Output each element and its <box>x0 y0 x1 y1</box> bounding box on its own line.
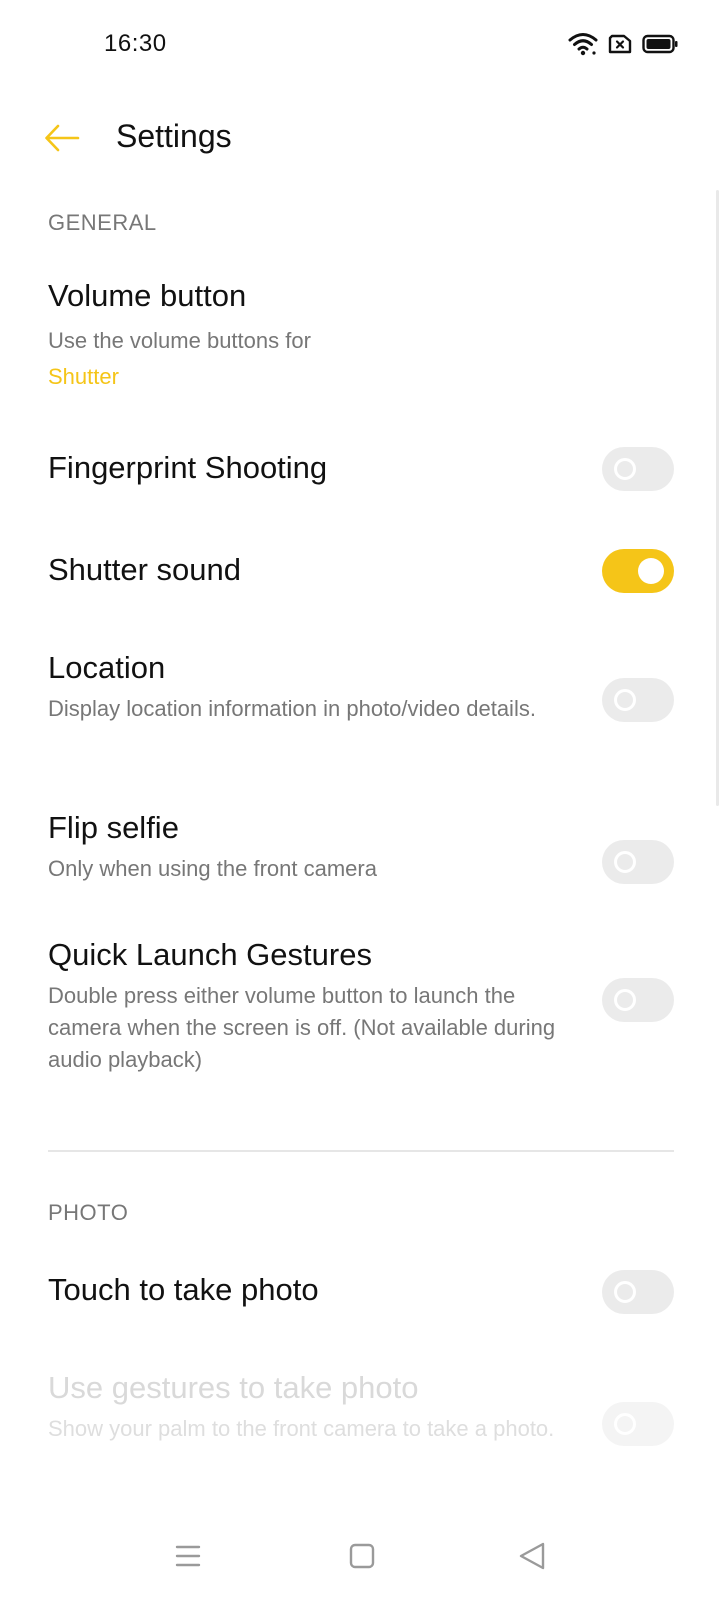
status-icons <box>568 32 678 61</box>
nav-recents-button[interactable] <box>168 1538 208 1578</box>
setting-title: Use gestures to take photo <box>48 1370 419 1405</box>
toggle-knob <box>614 458 636 480</box>
setting-fingerprint-shooting[interactable]: Fingerprint Shooting <box>0 430 720 510</box>
setting-title: Touch to take photo <box>48 1272 319 1307</box>
toggle-touch-to-take-photo[interactable] <box>602 1270 674 1314</box>
setting-description: Use the volume buttons for <box>48 328 311 353</box>
section-divider <box>48 1150 674 1152</box>
section-header-photo: PHOTO <box>48 1200 129 1225</box>
setting-use-gestures-to-take-photo: Use gestures to take photo Show your pal… <box>0 1368 720 1488</box>
setting-description: Double press either volume button to lau… <box>48 983 556 1072</box>
setting-title: Flip selfie <box>48 810 179 845</box>
toggle-shutter-sound[interactable] <box>602 549 674 593</box>
setting-shutter-sound[interactable]: Shutter sound <box>0 532 720 612</box>
page-title: Settings <box>116 118 232 154</box>
setting-title: Fingerprint Shooting <box>48 450 328 485</box>
status-time: 16:30 <box>104 30 167 57</box>
toggle-fingerprint-shooting[interactable] <box>602 447 674 491</box>
setting-quick-launch-gestures[interactable]: Quick Launch Gestures Double press eithe… <box>0 935 720 1085</box>
setting-title: Volume button <box>48 278 247 313</box>
setting-flip-selfie[interactable]: Flip selfie Only when using the front ca… <box>0 808 720 898</box>
setting-value: Shutter <box>48 364 119 389</box>
toggle-knob <box>614 851 636 873</box>
back-button[interactable] <box>40 118 84 162</box>
toggle-flip-selfie[interactable] <box>602 840 674 884</box>
setting-description: Show your palm to the front camera to ta… <box>48 1416 555 1441</box>
toggle-knob <box>614 989 636 1011</box>
back-icon <box>518 1541 546 1576</box>
setting-volume-button[interactable]: Volume button Use the volume buttons for… <box>0 270 720 400</box>
nav-back-button[interactable] <box>512 1538 552 1578</box>
system-nav-bar <box>0 1520 720 1600</box>
section-header-general: GENERAL <box>48 210 157 235</box>
toggle-quick-launch-gestures[interactable] <box>602 978 674 1022</box>
sim-blocked-icon <box>608 34 632 59</box>
nav-home-button[interactable] <box>342 1538 382 1578</box>
wifi-icon <box>568 32 598 61</box>
toggle-location[interactable] <box>602 678 674 722</box>
setting-description: Only when using the front camera <box>48 856 377 881</box>
home-icon <box>348 1542 376 1575</box>
setting-title: Quick Launch Gestures <box>48 937 372 972</box>
setting-location[interactable]: Location Display location information in… <box>0 648 720 768</box>
toggle-knob <box>614 689 636 711</box>
menu-icon <box>174 1544 202 1573</box>
battery-icon <box>642 34 678 59</box>
setting-description: Display location information in photo/vi… <box>48 696 536 721</box>
arrow-left-icon <box>44 124 80 157</box>
setting-title: Location <box>48 650 166 685</box>
toggle-knob <box>638 558 664 584</box>
app-header: Settings <box>0 100 720 180</box>
toggle-knob <box>614 1281 636 1303</box>
toggle-use-gestures-to-take-photo <box>602 1402 674 1446</box>
setting-touch-to-take-photo[interactable]: Touch to take photo <box>0 1252 720 1332</box>
setting-title: Shutter sound <box>48 552 242 587</box>
toggle-knob <box>614 1413 636 1435</box>
status-bar: 16:30 <box>0 0 720 90</box>
